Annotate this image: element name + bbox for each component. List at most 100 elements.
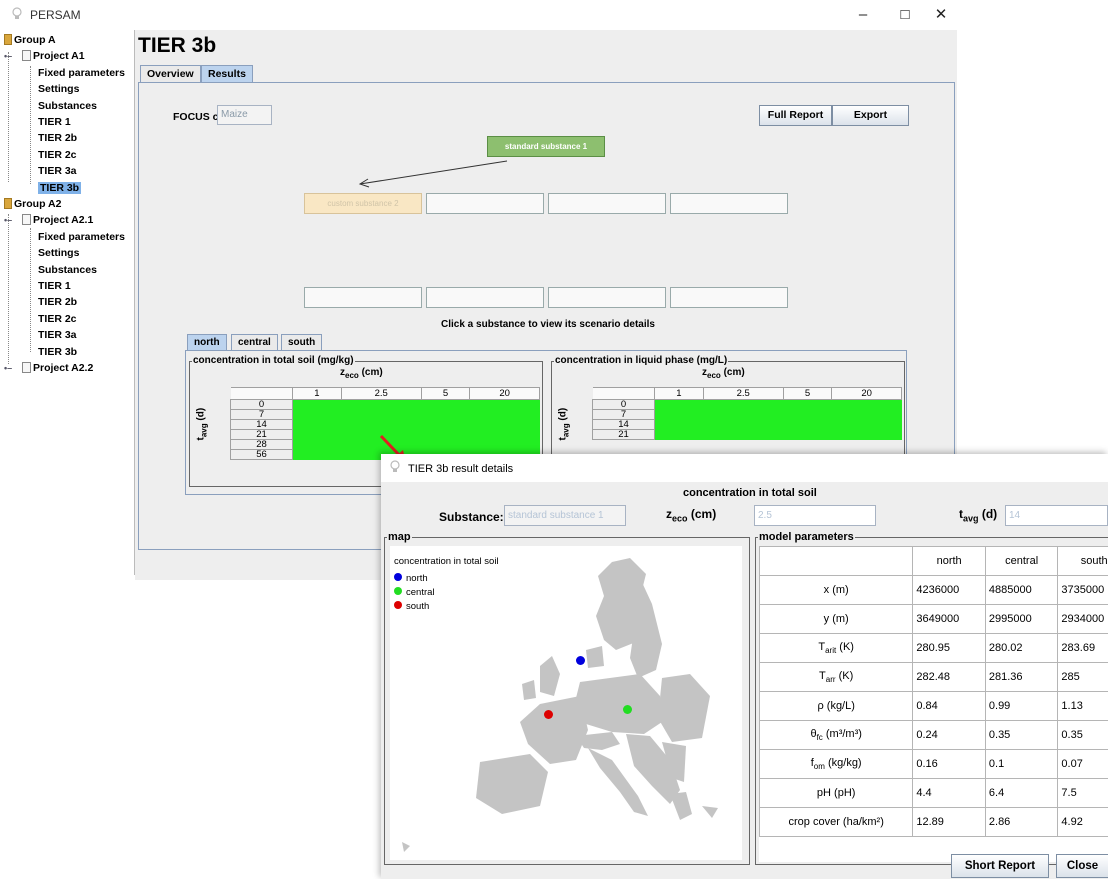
tab-results[interactable]: Results: [201, 65, 253, 82]
tree-item-label: Group A2: [14, 198, 62, 210]
tab-central[interactable]: central: [231, 334, 278, 350]
tavg-label: tavg (d): [959, 507, 998, 524]
tree-item-leaf[interactable]: TIER 1: [38, 278, 71, 294]
tree-item-label: Settings: [38, 247, 80, 260]
liquid-phase-grid: 1 2.5 5 20 0 7 14 21: [592, 387, 902, 440]
tree-item-label: TIER 1: [38, 280, 71, 292]
zeco-header: zeco (cm): [340, 367, 383, 380]
tree-item-group[interactable]: Group A: [4, 32, 56, 48]
minimize-button[interactable]: –: [848, 4, 878, 26]
title-bar: PERSAM – □ ✕: [0, 0, 1108, 30]
params-row: pH (pH) 4.4 6.4 7.5: [759, 778, 1108, 808]
tree-item-leaf[interactable]: TIER 3b: [38, 180, 82, 196]
dialog-icon: [390, 460, 400, 474]
model-parameters-title: model parameters: [758, 531, 855, 543]
close-dialog-button[interactable]: Close: [1056, 854, 1108, 878]
maximize-button[interactable]: □: [890, 4, 920, 26]
substance-slot[interactable]: [548, 193, 666, 214]
custom-substance-node[interactable]: custom substance 2: [304, 193, 422, 214]
tree-expand-handle[interactable]: •–: [4, 48, 12, 64]
tree-item-label: TIER 2c: [38, 312, 77, 325]
substance-slot[interactable]: [426, 287, 544, 308]
focus-crop-field[interactable]: Maize: [217, 105, 272, 125]
tree-item-leaf[interactable]: TIER 3b: [38, 344, 77, 360]
tree-item-leaf[interactable]: Fixed parameters: [38, 65, 125, 81]
full-report-button[interactable]: Full Report: [759, 105, 832, 126]
tree-item-leaf[interactable]: Fixed parameters: [38, 229, 125, 245]
tree-item-project[interactable]: •– Project A2.2: [4, 360, 93, 376]
substance-slot[interactable]: [670, 193, 788, 214]
tree-item-group[interactable]: Group A2: [4, 196, 61, 212]
folder-icon: [4, 34, 12, 45]
short-report-button[interactable]: Short Report: [951, 854, 1049, 878]
tree-item-leaf[interactable]: TIER 2b: [38, 130, 77, 146]
tab-south[interactable]: south: [281, 334, 323, 350]
substance-slot[interactable]: [548, 287, 666, 308]
project-icon: [22, 214, 31, 226]
substance-slot[interactable]: [670, 287, 788, 308]
europe-map-shape: [402, 558, 718, 852]
app-title: PERSAM: [30, 8, 81, 22]
export-button[interactable]: Export: [832, 105, 909, 126]
params-row: y (m) 3649000 2995000 2934000: [759, 604, 1108, 634]
tree-item-label: Substances: [38, 99, 97, 112]
model-parameters-table: north central south x (m) 4236000 4885000 3…: [759, 546, 1108, 837]
tree-item-leaf[interactable]: Settings: [38, 81, 79, 97]
tree-item-label: TIER 2c: [38, 148, 77, 161]
tree-item-project[interactable]: •– Project A1: [4, 48, 85, 64]
tree-item-leaf[interactable]: TIER 2b: [38, 294, 77, 310]
tree-item-label: TIER 3b: [38, 181, 82, 194]
tree-item-label: TIER 1: [38, 116, 71, 128]
tree-item-label: TIER 2b: [38, 296, 78, 309]
liquid-phase-title: concentration in liquid phase (mg/L): [554, 355, 729, 366]
project-icon: [22, 50, 31, 62]
close-window-button[interactable]: ✕: [926, 4, 956, 26]
substance-label: Substance:: [439, 510, 504, 524]
result-details-dialog: TIER 3b result details concentration in …: [381, 454, 1108, 879]
tree-item-leaf[interactable]: TIER 2c: [38, 311, 77, 327]
tree-item-leaf[interactable]: TIER 3a: [38, 327, 77, 343]
total-soil-title: concentration in total soil (mg/kg): [192, 355, 355, 366]
tree-expand-handle[interactable]: •–: [4, 360, 12, 376]
scenario-marker-central[interactable]: [623, 705, 632, 714]
tree-item-leaf[interactable]: TIER 2c: [38, 147, 77, 163]
tree-item-label: Group A: [14, 34, 56, 46]
params-row: θfc (m³/m³) 0.24 0.35 0.35: [759, 720, 1108, 750]
tree-item-label: Substances: [38, 263, 97, 276]
substance-slot[interactable]: [426, 193, 544, 214]
tree-item-label: Project A2.1: [33, 214, 94, 227]
standard-substance-node[interactable]: standard substance 1: [487, 136, 605, 157]
tree-item-label: TIER 2b: [38, 132, 78, 145]
params-header-row: north central south: [759, 546, 1108, 576]
substance-slot[interactable]: [304, 287, 422, 308]
zeco-label: zeco (cm): [666, 507, 717, 524]
tavg-header: tavg (d): [557, 407, 571, 441]
params-row: Tarr (K) 282.48 281.36 285: [759, 662, 1108, 692]
tree-item-leaf[interactable]: TIER 1: [38, 114, 71, 130]
tree-item-label: Settings: [38, 83, 80, 96]
project-icon: [22, 362, 31, 373]
tree-item-leaf[interactable]: Substances: [38, 98, 97, 114]
app-icon: [12, 7, 22, 21]
params-row: fom (kg/kg) 0.16 0.1 0.07: [759, 749, 1108, 779]
tree-item-project[interactable]: •– Project A2.1: [4, 212, 94, 228]
legend-item-north: north: [394, 573, 428, 584]
zeco-field[interactable]: 2.5: [754, 505, 876, 526]
project-tree[interactable]: Group A •– Project A1 Fixed parameters Setti…: [0, 30, 135, 575]
dialog-title: TIER 3b result details: [408, 463, 514, 475]
tavg-field[interactable]: 14: [1005, 505, 1108, 526]
tree-item-label: Fixed parameters: [38, 66, 125, 79]
tree-expand-handle[interactable]: •–: [4, 212, 12, 228]
model-parameters-table-wrap: north central south x (m) 4236000 4885000 3…: [759, 546, 1108, 862]
substance-field[interactable]: standard substance 1: [504, 505, 626, 526]
tab-north[interactable]: north: [187, 334, 227, 350]
map-legend-title: concentration in total soil: [394, 556, 499, 567]
tab-overview[interactable]: Overview: [140, 65, 201, 82]
tree-item-leaf[interactable]: TIER 3a: [38, 163, 77, 179]
europe-map[interactable]: concentration in total soil north centra…: [390, 546, 742, 860]
tree-item-label: TIER 3a: [38, 165, 77, 178]
tree-item-leaf[interactable]: Settings: [38, 245, 79, 261]
scenario-marker-south[interactable]: [544, 710, 553, 719]
tree-item-leaf[interactable]: Substances: [38, 262, 97, 278]
scenario-marker-north[interactable]: [576, 656, 585, 665]
